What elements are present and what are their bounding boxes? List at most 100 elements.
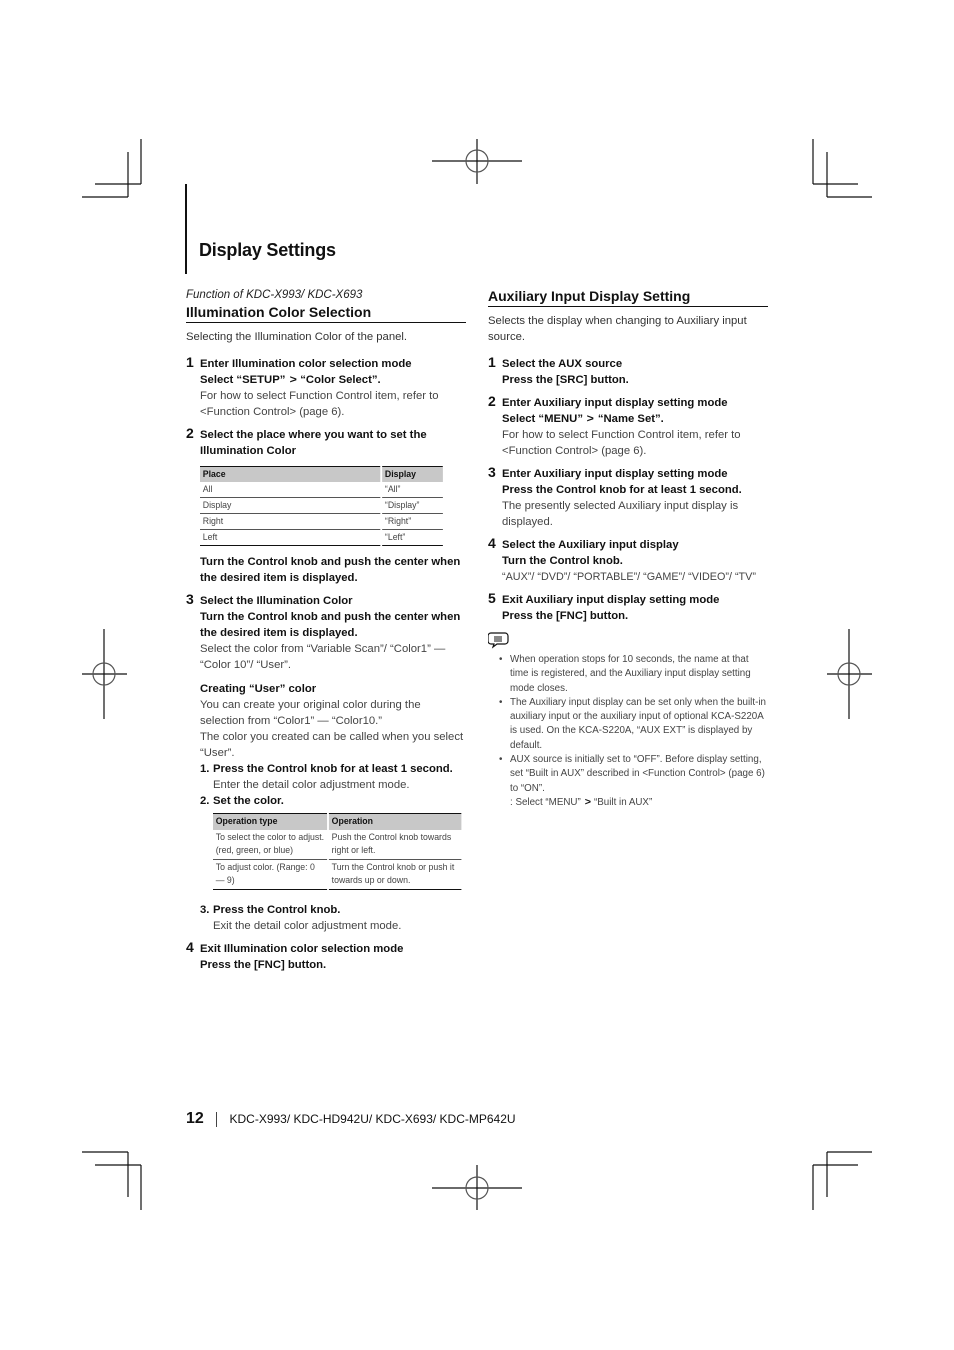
title-rule [185, 184, 187, 274]
step-number: 3 [488, 464, 496, 480]
section-intro: Selecting the Illumination Color of the … [186, 331, 408, 343]
auxiliary-input-section: Auxiliary Input Display Setting Selects … [488, 287, 768, 810]
table-row: To select the color to adjust. (red, gre… [213, 829, 464, 860]
step-note: “AUX”/ “DVD”/ “PORTABLE”/ “GAME”/ “VIDEO… [502, 571, 756, 583]
operation-type-cell: To select the color to adjust. (red, gre… [213, 829, 329, 860]
page-footer: 12 KDC-X993/ KDC-HD942U/ KDC-X693/ KDC-M… [186, 1110, 516, 1128]
note-item: • The Auxiliary input display can be set… [488, 696, 768, 753]
operation-cell: Push the Control knob towards right or l… [328, 829, 464, 860]
bullet-icon: • [499, 654, 503, 665]
sub-step-note: Enter the detail color adjustment mode. [213, 779, 410, 791]
footer-divider [216, 1111, 218, 1127]
note-text: The Auxiliary input display can be set o… [510, 696, 766, 751]
step-title: Select the Auxiliary input display [502, 539, 679, 551]
step-action: Select “SETUP” > “Color Select”. [200, 372, 466, 388]
select-path-start: Select “MENU” [502, 413, 583, 425]
step-title: Select the Illumination Color [200, 595, 353, 607]
select-path-end: “Name Set”. [597, 413, 664, 425]
sub-step-number: 3. [200, 903, 210, 916]
page-title: Display Settings [199, 240, 336, 260]
step-title: Enter Auxiliary input display setting mo… [502, 468, 728, 480]
bullet-icon: • [499, 696, 503, 708]
step-number: 1 [186, 354, 194, 370]
select-path-start: Select “SETUP” [200, 374, 286, 386]
operation-table: Operation type Operation To select the c… [213, 813, 464, 890]
display-cell: “Display” [381, 497, 445, 514]
step-number: 5 [488, 590, 496, 606]
bullet-icon: • [499, 754, 503, 766]
place-cell: Display [200, 497, 383, 514]
arrow-right-icon: > [586, 413, 595, 425]
user-color-heading: Creating “User” color [200, 683, 317, 695]
step-1: 1 Select the AUX source Press the [SRC] … [488, 354, 768, 388]
table-header-operation-type: Operation type [213, 813, 329, 830]
step-note: The presently selected Auxiliary input d… [502, 500, 739, 528]
crop-mark-top-left [82, 139, 142, 198]
step-number: 2 [186, 425, 194, 441]
step-2: 2 Select the place where you want to set… [186, 425, 466, 586]
notes-list: • When operation stops for 10 seconds, t… [488, 653, 768, 810]
note-text: When operation stops for 10 seconds, the… [510, 654, 751, 694]
step-5: 5 Exit Auxiliary input display setting m… [488, 590, 768, 624]
operation-cell: Turn the Control knob or push it towards… [328, 859, 464, 890]
step-action: Turn the Control knob and push the cente… [200, 611, 461, 639]
step-3: 3 Select the Illumination Color Turn the… [186, 591, 466, 934]
step-title: Exit Auxiliary input display setting mod… [502, 594, 720, 606]
step-title: Exit Illumination color selection mode [200, 942, 404, 955]
step-action: Turn the Control knob. [502, 555, 623, 567]
crop-mark-bottom-left [82, 1151, 142, 1210]
table-row: All “All” [200, 482, 445, 498]
operation-type-cell: To adjust color. (Range: 0 — 9) [213, 859, 329, 890]
registration-mark-right [827, 629, 872, 719]
illumination-color-section: Function of KDC-X993/ KDC-X693 Illuminat… [186, 287, 466, 973]
arrow-right-icon: > [584, 796, 591, 808]
table-header-operation: Operation [328, 813, 464, 830]
step-title: Select the AUX source [502, 358, 623, 370]
step-number: 4 [488, 535, 496, 551]
sub-step-note: Exit the detail color adjustment mode. [213, 919, 402, 932]
display-cell: “All” [381, 482, 445, 498]
memo-speech-bubble-icon [488, 632, 509, 649]
sub-step-number: 2. [200, 795, 210, 807]
step-note: For how to select Function Control item,… [502, 429, 741, 457]
note-item: • AUX source is initially set to “OFF”. … [488, 753, 768, 796]
place-cell: Left [200, 529, 383, 546]
step-number: 1 [488, 354, 496, 370]
table-row: Left “Left” [200, 529, 445, 546]
place-cell: All [200, 482, 383, 498]
registration-mark-bottom [432, 1165, 522, 1210]
user-color-desc-1: You can create your original color durin… [200, 699, 421, 727]
user-color-desc-2: The color you created can be called when… [200, 731, 464, 759]
note-item: • When operation stops for 10 seconds, t… [488, 653, 768, 696]
sub-step-number: 1. [200, 763, 210, 775]
registration-mark-left [82, 629, 127, 719]
sub-step-title: Press the Control knob for at least 1 se… [213, 763, 453, 775]
section-intro: Selects the display when changing to Aux… [488, 315, 747, 343]
step-number: 2 [488, 393, 496, 409]
place-cell: Right [200, 513, 383, 530]
sub-step-2: 2. Set the color. Operation type Operati… [200, 793, 466, 890]
select-path-end: “Color Select”. [300, 374, 381, 386]
section-heading-auxiliary: Auxiliary Input Display Setting [488, 287, 768, 307]
crop-mark-top-right [812, 139, 872, 198]
table-row: To adjust color. (Range: 0 — 9) Turn the … [213, 859, 464, 890]
step-action: Press the [FNC] button. [502, 610, 629, 622]
sub-step-3: 3. Press the Control knob. Exit the deta… [200, 902, 466, 934]
registration-mark-top [432, 139, 522, 184]
step-action: Press the Control knob for at least 1 se… [502, 484, 742, 496]
display-cell: “Left” [381, 529, 445, 546]
display-cell: “Right” [381, 513, 445, 530]
step-note: Select the color from “Variable Scan”/ “… [200, 643, 446, 671]
crop-mark-bottom-right [812, 1151, 872, 1210]
step-2: 2 Enter Auxiliary input display setting … [488, 393, 768, 459]
menu-path-end: “Built in AUX” [593, 796, 653, 808]
note-text: AUX source is initially set to “OFF”. Be… [510, 754, 765, 794]
table-row: Right “Right” [200, 513, 445, 530]
sub-step-title: Set the color. [213, 795, 284, 807]
page-number: 12 [186, 1110, 204, 1127]
step-4: 4 Select the Auxiliary input display Tur… [488, 535, 768, 585]
step-number: 3 [186, 591, 194, 607]
step-action: Select “MENU” > “Name Set”. [502, 411, 768, 427]
sub-step-title: Press the Control knob. [213, 903, 341, 916]
sub-step-1: 1. Press the Control knob for at least 1… [200, 761, 466, 793]
